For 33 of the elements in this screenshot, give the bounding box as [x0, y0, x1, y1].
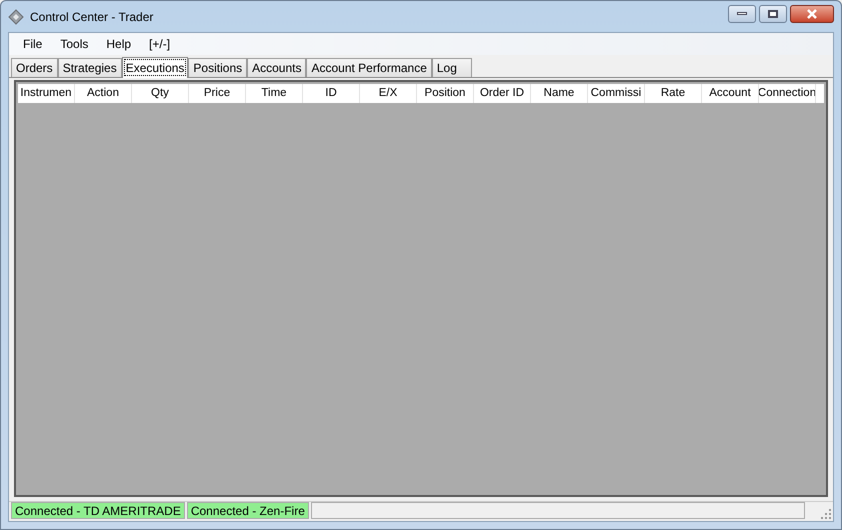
column-header[interactable]: Instrumen	[18, 84, 75, 103]
column-header[interactable]: Order ID	[474, 84, 531, 103]
tab[interactable]: Log	[432, 58, 472, 77]
resize-grip-icon	[821, 509, 831, 519]
column-header[interactable]: Commissi	[588, 84, 645, 103]
maximize-button[interactable]	[759, 4, 787, 22]
column-header[interactable]: Rate	[645, 84, 702, 103]
column-header[interactable]: Time	[246, 84, 303, 103]
menu-item[interactable]: [+/-]	[149, 35, 170, 53]
tab[interactable]: Orders	[11, 58, 58, 77]
menu-item[interactable]: Help	[106, 35, 132, 53]
column-header[interactable]: Qty	[132, 84, 189, 103]
column-header[interactable]: Name	[531, 84, 588, 103]
tab[interactable]: Accounts	[247, 58, 306, 77]
window-title: Control Center - Trader	[30, 8, 154, 26]
column-header[interactable]: E/X	[360, 84, 417, 103]
close-button[interactable]	[790, 4, 834, 22]
column-header[interactable]: Action	[75, 84, 132, 103]
tab[interactable]: Strategies	[58, 58, 122, 77]
status-panel: Connected - TD AMERITRADE	[11, 502, 185, 519]
column-header[interactable]: Position	[417, 84, 474, 103]
column-header[interactable]: Price	[189, 84, 246, 103]
tab[interactable]: Positions	[188, 58, 248, 77]
menu-item[interactable]: File	[23, 35, 42, 53]
column-header[interactable]: ID	[303, 84, 360, 103]
diamond-icon	[8, 8, 24, 24]
tab[interactable]: Executions	[122, 57, 188, 78]
tab[interactable]: Account Performance	[306, 58, 432, 77]
column-header[interactable]: Account	[702, 84, 759, 103]
close-icon	[806, 8, 818, 18]
menu-item[interactable]: Tools	[60, 35, 88, 53]
status-panel: Connected - Zen-Fire	[186, 502, 309, 519]
minimize-button[interactable]	[728, 4, 756, 22]
